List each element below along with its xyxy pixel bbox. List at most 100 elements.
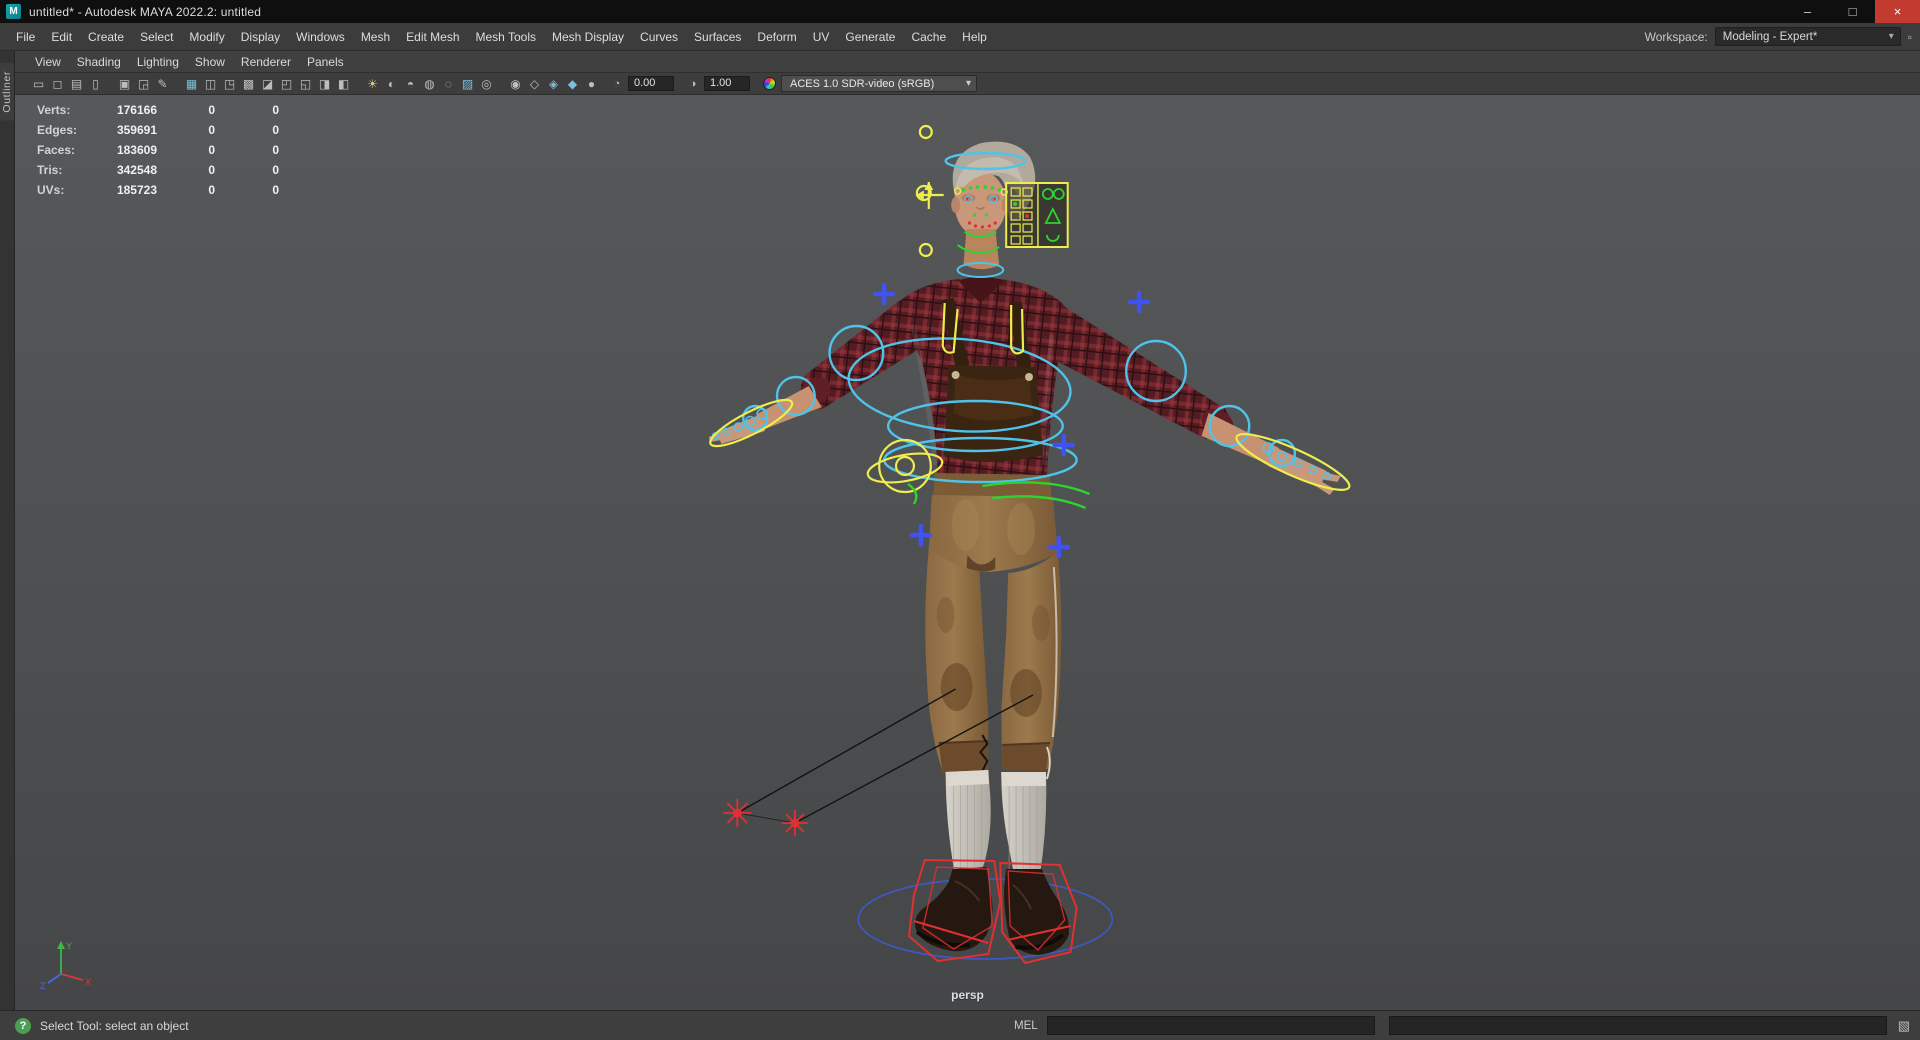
workspace-selector[interactable]: Modeling - Expert* ▾ <box>1714 27 1901 46</box>
default-lighting-icon[interactable]: ☀ <box>363 75 382 93</box>
menu-item-mesh-tools[interactable]: Mesh Tools <box>468 30 544 44</box>
axis-y-label: Y <box>66 941 72 951</box>
use-default-material-icon[interactable]: ● <box>582 75 601 93</box>
shadows-icon[interactable]: ◓ <box>401 75 420 93</box>
minimize-button[interactable]: – <box>1785 0 1830 23</box>
face-picker-panel[interactable] <box>1005 182 1069 248</box>
camera-attributes-icon[interactable]: ▤ <box>67 75 86 93</box>
exposure-icon[interactable]: ◔ <box>609 78 625 90</box>
main-region: Outliner View Shading Lighting Show Renderer… <box>0 51 1920 1010</box>
hud-row: Faces: 183609 0 0 <box>37 143 279 157</box>
menu-item-generate[interactable]: Generate <box>837 30 903 44</box>
maya-window: M untitled* - Autodesk MAYA 2022.2: unti… <box>0 0 1920 1040</box>
menu-item-uv[interactable]: UV <box>805 30 838 44</box>
script-editor-icon[interactable]: ▧ <box>1898 1018 1910 1034</box>
main-menu-bar: File Edit Create Select Modify Display Windows… <box>0 23 1920 51</box>
menu-item-deform[interactable]: Deform <box>749 30 804 44</box>
wireframe-on-shaded-icon[interactable]: ◈ <box>544 75 563 93</box>
menu-item-create[interactable]: Create <box>80 30 132 44</box>
safe-action-icon[interactable]: ◰ <box>277 75 296 93</box>
panel-menu-show[interactable]: Show <box>187 55 233 69</box>
menu-item-help[interactable]: Help <box>954 30 995 44</box>
gamma-icon[interactable]: ◑ <box>685 78 701 90</box>
menu-item-surfaces[interactable]: Surfaces <box>686 30 749 44</box>
maya-app-icon: M <box>6 4 21 19</box>
field-chart-icon[interactable]: ◪ <box>258 75 277 93</box>
panel-menu-renderer[interactable]: Renderer <box>233 55 299 69</box>
axis-x-label: X <box>85 977 91 987</box>
menu-item-edit[interactable]: Edit <box>43 30 80 44</box>
left-panel-strip: Outliner <box>0 51 15 1010</box>
command-line-input[interactable] <box>1046 1016 1375 1035</box>
character-mesh <box>708 141 1341 875</box>
scene-canvas[interactable] <box>15 95 1920 1010</box>
hud-row: Edges: 359691 0 0 <box>37 123 279 137</box>
textured-icon[interactable]: ◆ <box>563 75 582 93</box>
lock-camera-icon[interactable]: ◻ <box>48 75 67 93</box>
bookmarks-icon[interactable]: ▯ <box>86 75 105 93</box>
menu-item-curves[interactable]: Curves <box>632 30 686 44</box>
menu-item-cache[interactable]: Cache <box>903 30 954 44</box>
menu-item-windows[interactable]: Windows <box>288 30 353 44</box>
window-controls: – □ × <box>1785 0 1920 23</box>
menu-item-display[interactable]: Display <box>233 30 288 44</box>
panel-menu-view[interactable]: View <box>27 55 69 69</box>
color-management-icon[interactable] <box>763 77 776 90</box>
xray-icon[interactable]: ◇ <box>525 75 544 93</box>
command-line-result[interactable] <box>1388 1016 1887 1035</box>
hud-row: UVs: 185723 0 0 <box>37 183 279 197</box>
mel-language-toggle[interactable]: MEL <box>1014 1020 1038 1032</box>
image-plane-icon[interactable]: ▣ <box>115 75 134 93</box>
workspace-label: Workspace: <box>1644 29 1708 44</box>
panel-menu-shading[interactable]: Shading <box>69 55 129 69</box>
menu-list: File Edit Create Select Modify Display Windows… <box>8 30 995 44</box>
status-bar: ? Select Tool: select an object MEL ▧ <box>0 1010 1920 1040</box>
depth-of-field-icon[interactable]: ◎ <box>477 75 496 93</box>
help-icon[interactable]: ? <box>15 1017 31 1034</box>
workspace-value: Modeling - Expert* <box>1722 30 1818 43</box>
viewport-3d[interactable]: Verts: 176166 0 0 Edges: 359691 0 0 Face… <box>15 95 1920 1010</box>
help-line-text: Select Tool: select an object <box>40 1018 189 1033</box>
menu-item-mesh-display[interactable]: Mesh Display <box>544 30 632 44</box>
chevron-down-icon: ▾ <box>1888 31 1894 42</box>
menu-item-edit-mesh[interactable]: Edit Mesh <box>398 30 467 44</box>
gate-mask-icon[interactable]: ▩ <box>239 75 258 93</box>
menu-item-select[interactable]: Select <box>132 30 181 44</box>
view-transform-select[interactable]: ACES 1.0 SDR-video (sRGB) ▾ <box>781 75 977 92</box>
chevron-down-icon: ▾ <box>965 78 971 89</box>
hud-row: Tris: 342548 0 0 <box>37 163 279 177</box>
grid-icon[interactable]: ▦ <box>182 75 201 93</box>
motion-blur-icon[interactable]: ◌ <box>439 75 458 93</box>
outliner-tab[interactable]: Outliner <box>0 63 14 121</box>
view-transform-value: ACES 1.0 SDR-video (sRGB) <box>790 77 935 90</box>
hud-row: Verts: 176166 0 0 <box>37 103 279 117</box>
resolution-gate-icon[interactable]: ◳ <box>220 75 239 93</box>
panel-menu-bar: View Shading Lighting Show Renderer Panels <box>15 51 1920 73</box>
window-title: untitled* - Autodesk MAYA 2022.2: untitl… <box>29 4 262 19</box>
all-lights-icon[interactable]: ◐ <box>382 75 401 93</box>
panel-menu-panels[interactable]: Panels <box>299 55 352 69</box>
axis-z-label: Z <box>40 981 46 990</box>
grease-pencil-icon[interactable]: ✎ <box>153 75 172 93</box>
workspace-pin-icon[interactable]: ▫ <box>1908 30 1912 44</box>
multisample-icon[interactable]: ▨ <box>458 75 477 93</box>
menu-item-mesh[interactable]: Mesh <box>353 30 398 44</box>
hud-toggle-icon[interactable]: ◨ <box>315 75 334 93</box>
viewport-toolbar: ▭ ◻ ▤ ▯ ▣ ◲ ✎ ▦ ◫ ◳ ▩ ◪ ◰ ◱ ◨ ◧ ☀ ◐ ◓ ◍ ◌ ▨ ◎ ◉ ◇ ◈ ◆ ● ◔ 0.00 ◑ 1.… <box>15 73 1920 95</box>
camera-name-label: persp <box>951 988 984 1002</box>
object-details-icon[interactable]: ◧ <box>334 75 353 93</box>
safe-title-icon[interactable]: ◱ <box>296 75 315 93</box>
maximize-button[interactable]: □ <box>1830 0 1875 23</box>
select-camera-icon[interactable]: ▭ <box>29 75 48 93</box>
exposure-field[interactable]: 0.00 <box>628 76 674 91</box>
close-button[interactable]: × <box>1875 0 1920 23</box>
viewport-toolbar-icons: ▭ ◻ ▤ ▯ ▣ ◲ ✎ ▦ ◫ ◳ ▩ ◪ ◰ ◱ ◨ ◧ ☀ ◐ ◓ ◍ ◌ ▨ ◎ ◉ ◇ ◈ ◆ ● <box>29 75 601 93</box>
menu-item-modify[interactable]: Modify <box>181 30 232 44</box>
menu-item-file[interactable]: File <box>8 30 43 44</box>
panel-menu-lighting[interactable]: Lighting <box>129 55 187 69</box>
ambient-occlusion-icon[interactable]: ◍ <box>420 75 439 93</box>
isolate-select-icon[interactable]: ◉ <box>506 75 525 93</box>
gamma-field[interactable]: 1.00 <box>704 76 750 91</box>
pan-zoom-icon[interactable]: ◲ <box>134 75 153 93</box>
film-gate-icon[interactable]: ◫ <box>201 75 220 93</box>
